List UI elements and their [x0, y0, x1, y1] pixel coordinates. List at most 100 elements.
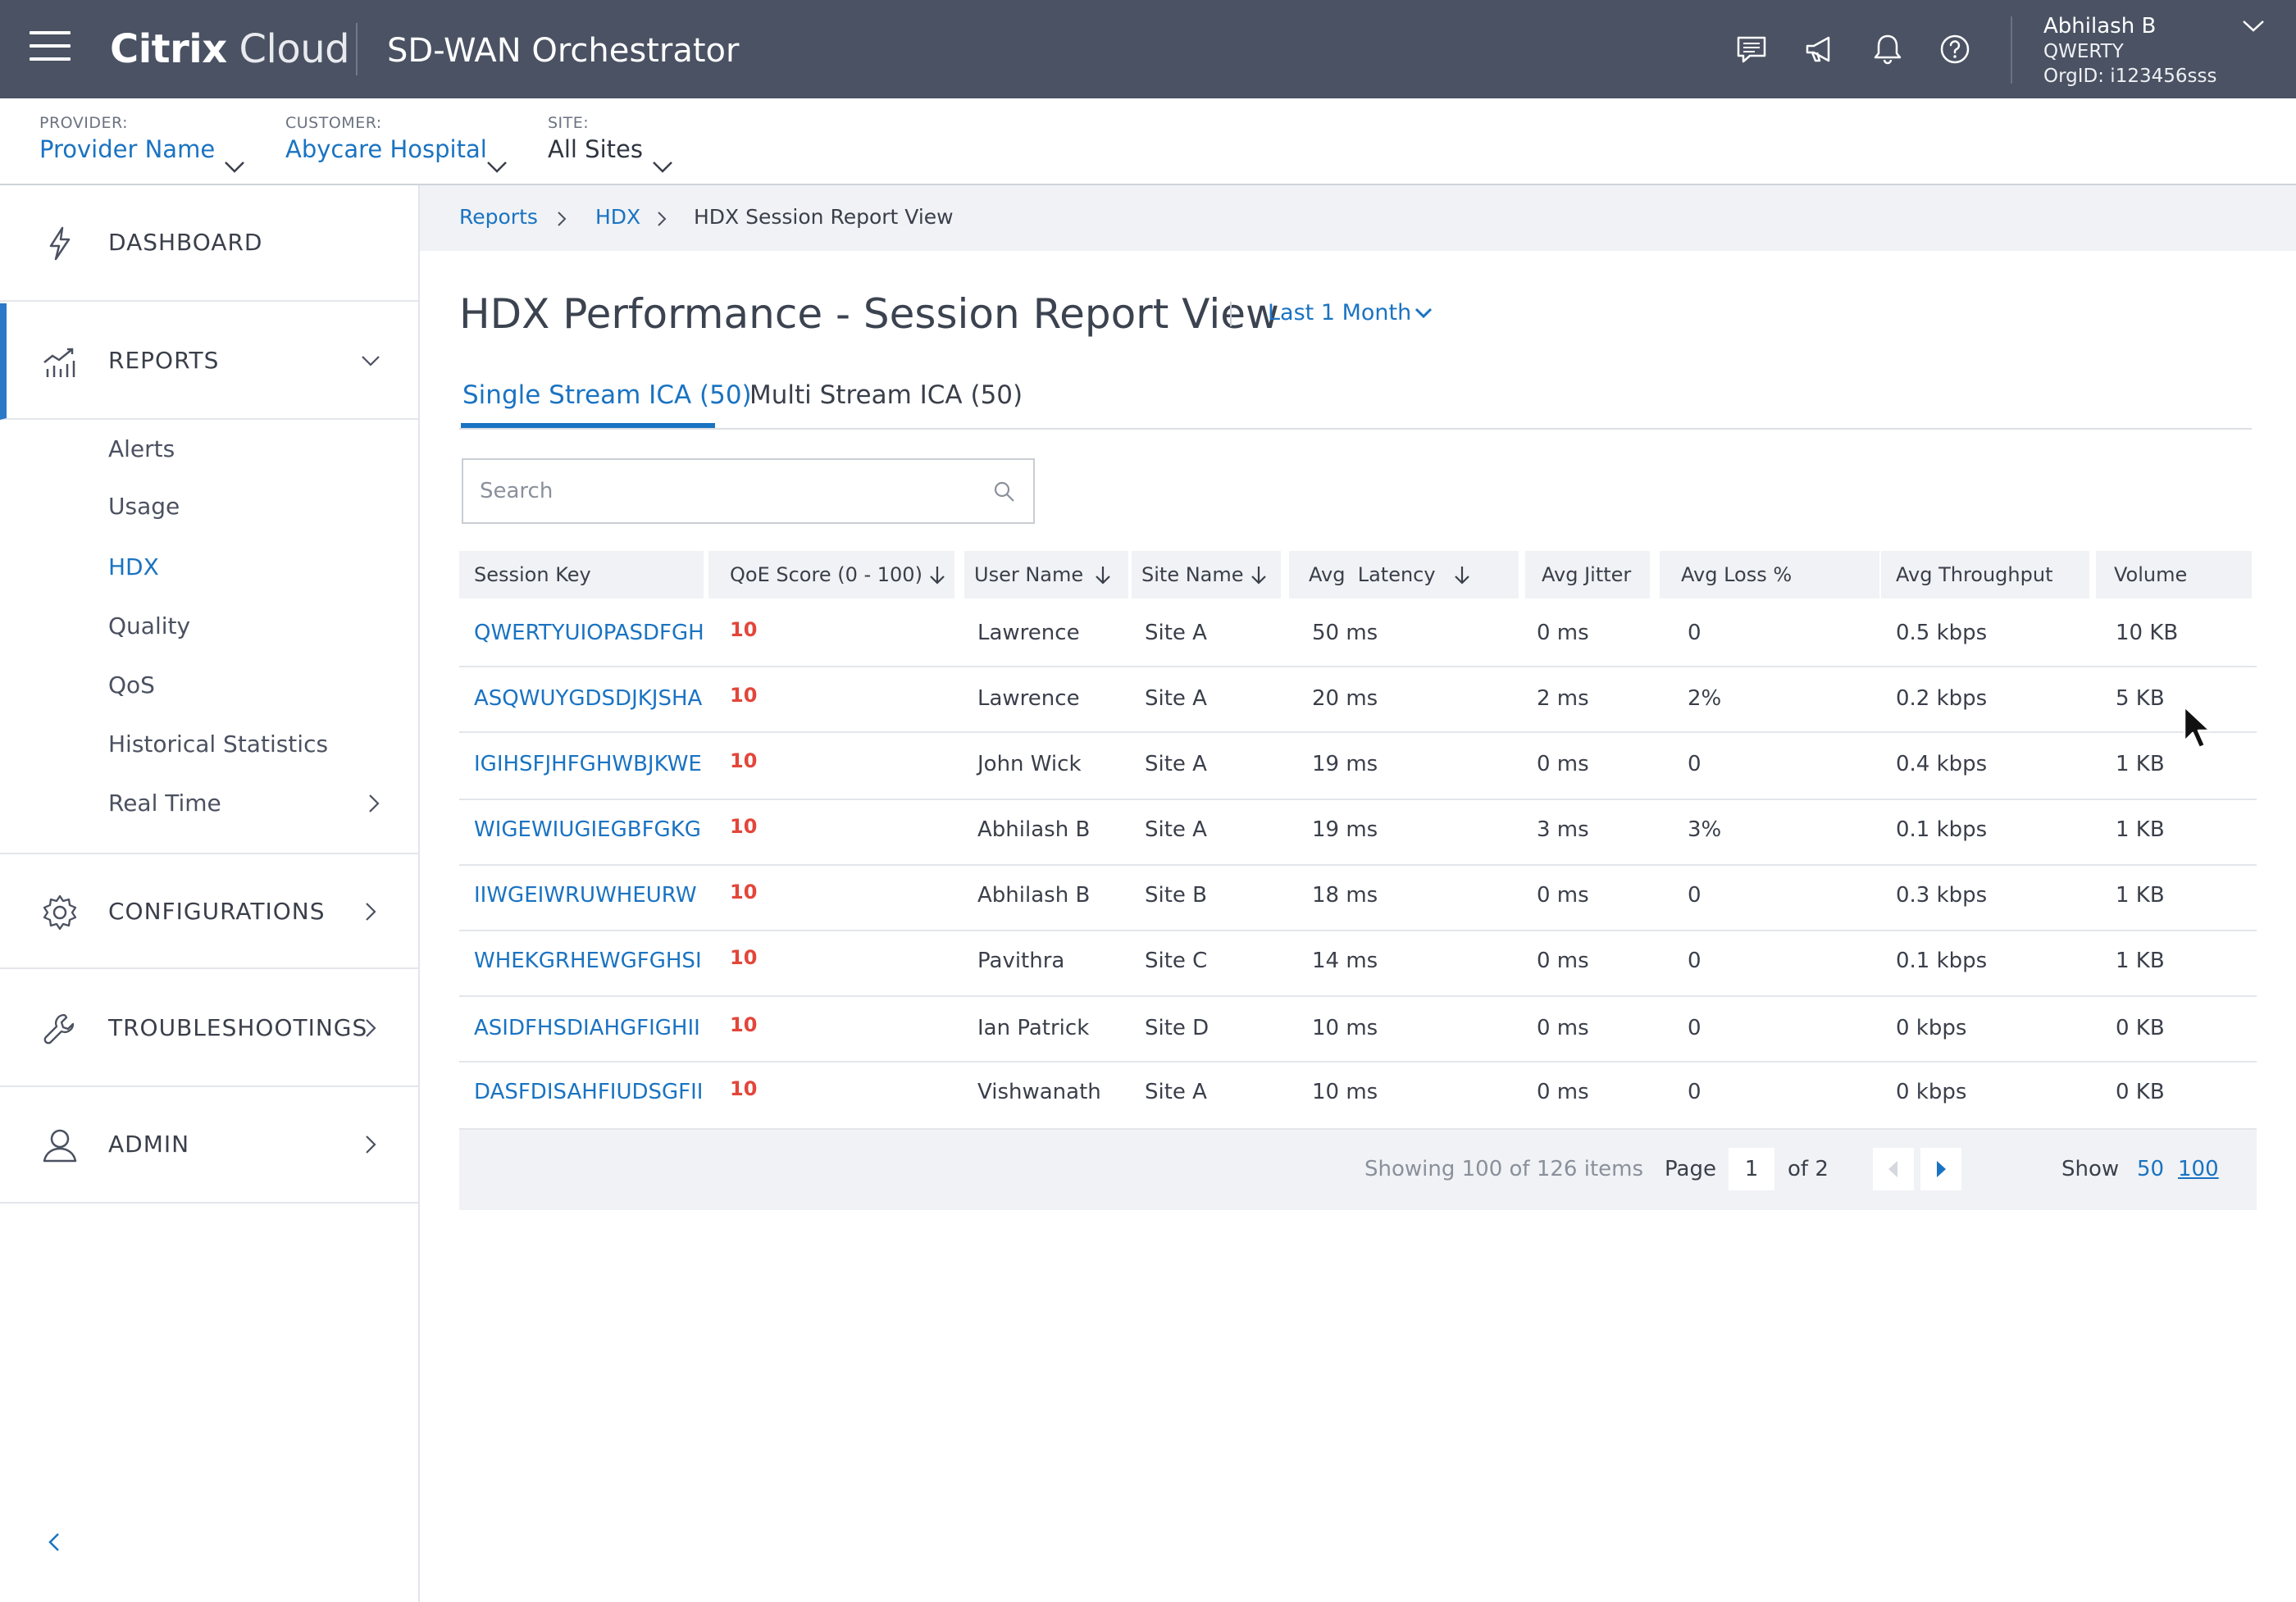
next-page-button[interactable] — [1920, 1148, 1961, 1190]
provider-chevron-down-icon — [225, 162, 244, 173]
user-chevron-down-icon[interactable] — [2239, 15, 2268, 38]
cell-session-key[interactable]: IGIHSFJHFGHWBJKWE — [474, 749, 702, 779]
megaphone-icon[interactable] — [1801, 31, 1837, 67]
cell-site-name: Site D — [1145, 1016, 1210, 1040]
nav-troubleshootings[interactable]: TROUBLESHOOTINGS — [0, 971, 418, 1087]
bell-icon[interactable] — [1870, 31, 1906, 67]
date-range-dropdown[interactable]: Last 1 Month — [1268, 298, 1433, 328]
nav-configurations[interactable]: CONFIGURATIONS — [0, 853, 418, 969]
sidebar-item-historical-statistics[interactable]: Historical Statistics — [108, 728, 328, 761]
page-number-input[interactable] — [1729, 1148, 1774, 1190]
column-header-site-name[interactable]: Site Name — [1132, 551, 1281, 598]
sidebar-item-qos[interactable]: QoS — [108, 669, 155, 702]
brand-light: Cloud — [239, 26, 350, 72]
column-header-avg-latency[interactable]: Avg Latency — [1289, 551, 1519, 598]
cell-session-key[interactable]: DASFDISAHFIUDSGFII — [474, 1077, 703, 1107]
column-header-avg-jitter[interactable]: Avg Jitter — [1525, 551, 1650, 598]
pagination-bar: Showing 100 of 126 items Page of 2 Show … — [459, 1130, 2257, 1210]
chat-icon[interactable] — [1733, 31, 1770, 67]
date-range-chevron-down-icon — [1414, 307, 1433, 319]
cell-session-key[interactable]: WHEKGRHEWGFGHSI — [474, 946, 702, 976]
gear-icon — [43, 894, 77, 931]
cell-user-name: Lawrence — [977, 621, 1080, 645]
brand-logo[interactable]: Citrix Cloud — [110, 25, 350, 74]
customer-label: CUSTOMER: — [285, 114, 382, 132]
breadcrumb-hdx[interactable]: HDX — [595, 203, 640, 231]
cell-avg-loss: 0 — [1688, 883, 1702, 908]
column-header-session-key[interactable]: Session Key — [459, 551, 704, 598]
cell-session-key[interactable]: ASIDFHSDIAHGFIGHII — [474, 1013, 700, 1043]
sidebar-item-hdx[interactable]: HDX — [108, 551, 159, 584]
sidebar-item-alerts[interactable]: Alerts — [108, 433, 175, 466]
cell-user-name: Lawrence — [977, 686, 1080, 711]
cell-avg-loss: 0 — [1688, 752, 1702, 776]
collapse-sidebar-icon[interactable] — [43, 1530, 67, 1554]
page-title: HDX Performance - Session Report View — [459, 290, 1279, 338]
cell-session-key[interactable]: QWERTYUIOPASDFGH — [474, 618, 704, 648]
column-header-user-name[interactable]: User Name — [964, 551, 1128, 598]
nav-dashboard[interactable]: DASHBOARD — [0, 185, 418, 302]
column-header-avg-loss[interactable]: Avg Loss % — [1660, 551, 1879, 598]
tab-multi-stream-ica[interactable]: Multi Stream ICA (50) — [749, 377, 1023, 413]
configurations-chevron-right-icon — [366, 903, 376, 921]
product-name: SD-WAN Orchestrator — [387, 32, 740, 70]
cell-session-key[interactable]: IIWGEIWRUWHEURW — [474, 881, 697, 910]
column-header-avg-throughput[interactable]: Avg Throughput — [1881, 551, 2089, 598]
column-header-qoe-score[interactable]: QoE Score (0 - 100) — [708, 551, 954, 598]
sidebar-item-quality[interactable]: Quality — [108, 610, 190, 643]
cell-avg-latency: 10 ms — [1312, 1080, 1378, 1104]
cell-user-name: Pavithra — [977, 949, 1065, 973]
cell-avg-throughput: 0.4 kbps — [1896, 752, 1988, 776]
help-icon[interactable] — [1937, 31, 1973, 67]
pagination-page-label: Page — [1665, 1157, 1716, 1181]
previous-page-button[interactable] — [1873, 1148, 1914, 1190]
hamburger-menu-icon[interactable] — [30, 31, 71, 67]
column-header-label: Avg Jitter — [1542, 563, 1632, 586]
cell-session-key[interactable]: ASQWUYGDSDJKJSHA — [474, 684, 702, 713]
cell-avg-latency: 19 ms — [1312, 752, 1378, 776]
sidebar-item-real-time[interactable]: Real Time — [108, 787, 221, 820]
page-size-100[interactable]: 100 — [2178, 1154, 2219, 1184]
provider-value: Provider Name — [39, 135, 216, 163]
search-input[interactable] — [480, 475, 955, 507]
nav-admin[interactable]: ADMIN — [0, 1087, 418, 1204]
column-header-volume[interactable]: Volume — [2096, 551, 2252, 598]
cell-volume: 10 KB — [2116, 621, 2179, 645]
reports-chevron-down-icon — [362, 356, 380, 366]
column-header-label: User Name — [974, 563, 1084, 586]
cell-volume: 1 KB — [2116, 883, 2165, 908]
troubleshootings-chevron-right-icon — [366, 1019, 376, 1037]
cell-avg-jitter: 0 ms — [1537, 752, 1589, 776]
sidebar-item-usage[interactable]: Usage — [108, 490, 180, 523]
wrench-icon — [43, 1013, 75, 1044]
cell-avg-jitter: 3 ms — [1537, 817, 1589, 842]
cell-avg-jitter: 2 ms — [1537, 686, 1589, 711]
sort-arrow-down-icon — [1455, 567, 1469, 585]
sort-arrow-down-icon — [1251, 567, 1266, 585]
nav-reports[interactable]: REPORTS — [0, 303, 418, 420]
page-size-50[interactable]: 50 — [2137, 1154, 2164, 1184]
column-header-label: Avg Loss % — [1681, 563, 1793, 586]
breadcrumb-reports[interactable]: Reports — [459, 203, 538, 231]
cell-avg-throughput: 0 kbps — [1896, 1016, 1967, 1040]
lightning-icon — [49, 226, 71, 261]
user-icon — [43, 1129, 77, 1163]
customer-filter[interactable]: CUSTOMER: Abycare Hospital — [285, 113, 507, 173]
cell-avg-jitter: 0 ms — [1537, 883, 1589, 908]
filter-bar: PROVIDER: Provider Name CUSTOMER: Abycar… — [0, 98, 2296, 185]
search-icon[interactable] — [992, 480, 1017, 504]
provider-filter[interactable]: PROVIDER: Provider Name — [39, 113, 244, 173]
nav-configurations-label: CONFIGURATIONS — [108, 898, 326, 925]
cell-session-key[interactable]: WIGEWIUGIEGBFGKG — [474, 815, 701, 844]
cell-avg-latency: 10 ms — [1312, 1016, 1378, 1040]
cell-qoe-score: 10 — [730, 749, 758, 772]
site-filter[interactable]: SITE: All Sites — [548, 113, 672, 173]
user-menu[interactable]: Abhilash B QWERTY OrgID: i123456sss — [2043, 13, 2216, 89]
tab-single-stream-ica[interactable]: Single Stream ICA (50) — [462, 377, 752, 413]
cell-avg-loss: 0 — [1688, 1016, 1702, 1040]
breadcrumb-chevron-icon — [558, 212, 567, 226]
cell-avg-jitter: 0 ms — [1537, 1016, 1589, 1040]
cell-site-name: Site A — [1145, 621, 1207, 645]
cell-avg-loss: 0 — [1688, 1080, 1702, 1104]
cell-avg-loss: 0 — [1688, 621, 1702, 645]
